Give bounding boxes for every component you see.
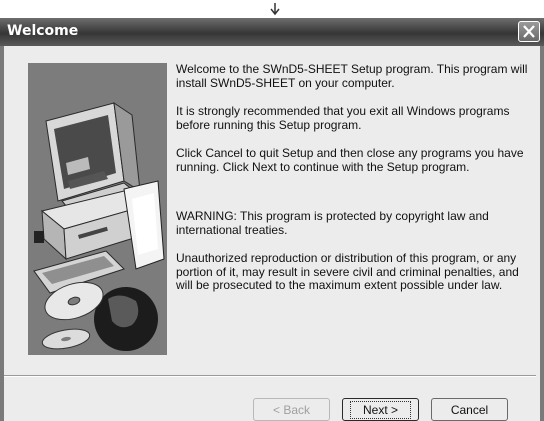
close-icon [523, 25, 535, 38]
intro-paragraph: Welcome to the SWnD5-SHEET Setup program… [176, 62, 528, 90]
next-button[interactable]: Next > [342, 398, 419, 421]
instructions-paragraph: Click Cancel to quit Setup and then clos… [176, 146, 524, 174]
close-button[interactable] [518, 21, 540, 42]
legal-paragraph: Unauthorized reproduction or distributio… [176, 251, 519, 292]
computer-with-discs-illustration [28, 63, 167, 355]
separator-line [4, 375, 536, 377]
window-title: Welcome [7, 23, 79, 39]
back-button[interactable]: < Back [253, 398, 330, 421]
cursor-icon [270, 3, 280, 16]
cancel-button[interactable]: Cancel [431, 398, 508, 421]
welcome-message: Welcome to the SWnD5-SHEET Setup program… [176, 62, 538, 308]
title-bar[interactable]: Welcome [0, 18, 544, 46]
setup-illustration [28, 63, 167, 355]
dialog-body: Welcome to the SWnD5-SHEET Setup program… [4, 46, 540, 421]
next-button-label: Next > [349, 400, 411, 419]
exit-programs-paragraph: It is strongly recommended that you exit… [176, 104, 510, 132]
warning-paragraph: WARNING: This program is protected by co… [176, 209, 489, 237]
setup-dialog: Welcome Welcome to the SWnD5-SHEET Setup… [0, 18, 544, 421]
